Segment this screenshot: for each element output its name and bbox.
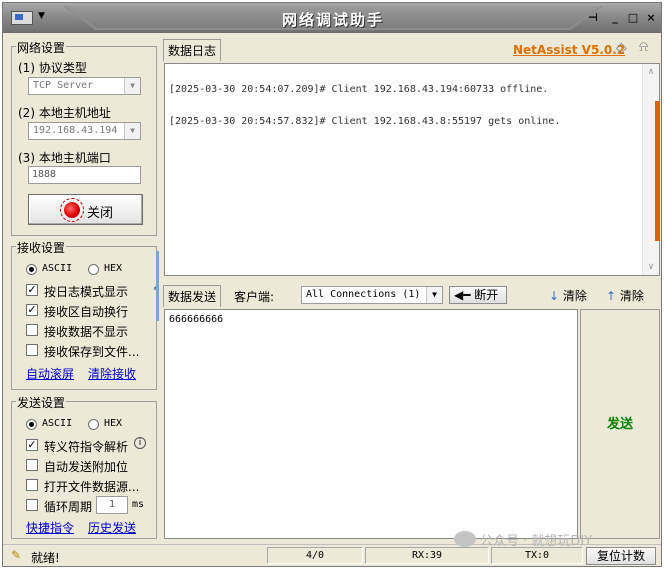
tab-data-log[interactable]: 数据日志: [163, 39, 222, 61]
receive-ascii-radio[interactable]: [26, 264, 37, 275]
send-history-link[interactable]: 历史发送: [88, 519, 136, 536]
receive-log-mode-checkbox[interactable]: ✓: [26, 284, 38, 296]
send-textarea[interactable]: 666666666: [164, 309, 578, 539]
diamond-icon[interactable]: ◇: [616, 40, 627, 56]
send-hex-radio[interactable]: [88, 419, 99, 430]
client-select[interactable]: All Connections (1) ▼: [301, 286, 443, 304]
title-bar[interactable]: ▼ 网络调试助手 ⊣ _ □ ×: [3, 3, 661, 33]
escape-parse-checkbox[interactable]: ✓: [26, 439, 38, 451]
arrow-down-icon: ↓: [549, 289, 560, 303]
chevron-down-icon[interactable]: ▼: [426, 287, 442, 303]
receive-settings-group: 接收设置 ASCII HEX ✓ 按日志模式显示 ✓ 接收区自动换行 接收数据不…: [11, 239, 157, 390]
status-count: 4/0: [267, 547, 363, 564]
disconnect-button[interactable]: ◀━ 断开: [449, 286, 507, 304]
receive-hex-radio[interactable]: [88, 264, 99, 275]
network-settings-title: 网络设置: [16, 39, 67, 56]
send-option-label: 转义符指令解析: [44, 440, 129, 454]
send-ascii-radio[interactable]: [26, 419, 37, 430]
send-option-label: 循环周期: [44, 500, 93, 514]
loop-period-unit: ms: [132, 499, 145, 510]
close-connection-label: 关闭: [87, 206, 114, 221]
chevron-up-icon[interactable]: ∧: [643, 64, 659, 80]
shortcut-commands-link[interactable]: 快捷指令: [26, 519, 74, 536]
watermark: 公众号 · 就想玩DIY: [480, 534, 593, 549]
host-value: 192.168.43.194: [33, 125, 118, 136]
status-ready: 就绪!: [31, 551, 60, 565]
receive-option-label: 接收数据不显示: [44, 325, 129, 339]
send-settings-title: 发送设置: [16, 394, 67, 411]
receive-save-file-checkbox[interactable]: [26, 344, 38, 356]
auto-append-checkbox[interactable]: [26, 459, 38, 471]
receive-option-label: 按日志模式显示: [44, 285, 129, 299]
file-source-checkbox[interactable]: [26, 479, 38, 491]
receive-settings-title: 接收设置: [16, 239, 67, 256]
tab-data-send[interactable]: 数据发送: [163, 285, 222, 307]
status-ready-icon: ✎: [11, 548, 22, 562]
maximize-button[interactable]: □: [627, 12, 639, 24]
splitter-handle[interactable]: [156, 251, 159, 321]
close-connection-button[interactable]: 关闭: [28, 194, 143, 225]
status-lamp-icon: [60, 198, 84, 222]
app-window: ▼ 网络调试助手 ⊣ _ □ × 网络设置 (1) 协议类型 TCP Serve…: [2, 2, 662, 567]
receive-wrap-checkbox[interactable]: ✓: [26, 304, 38, 316]
pin-icon[interactable]: ⊣: [587, 12, 599, 24]
clear-send-label: 清除: [562, 289, 587, 303]
send-ascii-label: ASCII: [42, 418, 73, 429]
wechat-icon: [454, 531, 476, 547]
port-input[interactable]: 1888: [28, 166, 141, 184]
log-line: [2025-03-30 20:54:07.209]# Client 192.16…: [169, 84, 549, 95]
send-settings-group: 发送设置 ASCII HEX ✓ 转义符指令解析 i 自动发送附加位 打开文件数…: [11, 394, 157, 539]
receive-option-label: 接收保存到文件...: [44, 345, 140, 359]
chevron-down-icon[interactable]: ▼: [124, 78, 140, 94]
send-option-label: 自动发送附加位: [44, 460, 129, 474]
log-line: [2025-03-30 20:54:57.832]# Client 192.16…: [169, 116, 561, 127]
accent-strip: [655, 101, 660, 241]
brand-link[interactable]: NetAssist V5.0.2: [513, 43, 625, 57]
send-button-label: 发送: [606, 417, 633, 432]
receive-hex-label: HEX: [104, 263, 123, 274]
send-button[interactable]: 发送: [580, 309, 660, 539]
system-menu-arrow-icon[interactable]: ▼: [38, 11, 48, 23]
chevron-down-icon[interactable]: ∨: [643, 259, 659, 275]
send-text: 666666666: [169, 314, 224, 325]
disconnect-label: 断开: [474, 288, 499, 302]
port-label: (3) 本地主机端口: [18, 151, 111, 165]
app-icon[interactable]: [11, 11, 33, 25]
loop-period-input[interactable]: 1: [96, 496, 128, 514]
info-icon[interactable]: i: [134, 437, 146, 449]
send-hex-label: HEX: [104, 418, 123, 429]
host-select[interactable]: 192.168.43.194 ▼: [28, 122, 141, 140]
receive-option-label: 接收区自动换行: [44, 305, 129, 319]
clear-count-button[interactable]: ↑ 清除: [606, 288, 644, 304]
host-label: (2) 本地主机地址: [18, 106, 111, 120]
network-settings-group: 网络设置 (1) 协议类型 TCP Server ▼ (2) 本地主机地址 19…: [11, 39, 157, 236]
loop-period-checkbox[interactable]: [26, 499, 38, 511]
window-title: 网络调试助手: [281, 11, 384, 29]
arrow-left-icon: ◀━: [454, 288, 471, 302]
client-value: All Connections (1): [306, 289, 421, 300]
chevron-down-icon[interactable]: ▼: [124, 123, 140, 139]
clear-receive-link[interactable]: 清除接收: [88, 365, 136, 382]
protocol-select[interactable]: TCP Server ▼: [28, 77, 141, 95]
status-rx: RX:39: [365, 547, 489, 564]
clear-count-label: 清除: [619, 289, 644, 303]
receive-ascii-label: ASCII: [42, 263, 73, 274]
arrow-up-icon: ↑: [606, 289, 617, 303]
protocol-value: TCP Server: [33, 80, 94, 91]
client-label: 客户端:: [234, 290, 275, 304]
status-tx: TX:0: [491, 547, 583, 564]
minimize-button[interactable]: _: [609, 12, 621, 24]
log-panel[interactable]: [2025-03-30 20:54:07.209]# Client 192.16…: [164, 63, 660, 276]
send-option-label: 打开文件数据源...: [44, 480, 140, 494]
receive-hide-checkbox[interactable]: [26, 324, 38, 336]
auto-scroll-link[interactable]: 自动滚屏: [26, 365, 74, 382]
reset-count-button[interactable]: 复位计数: [586, 547, 656, 565]
protocol-label: (1) 协议类型: [18, 61, 87, 75]
bell-icon[interactable]: ⍾: [639, 39, 648, 55]
close-window-button[interactable]: ×: [645, 12, 657, 24]
clear-send-button[interactable]: ↓ 清除: [549, 288, 587, 304]
